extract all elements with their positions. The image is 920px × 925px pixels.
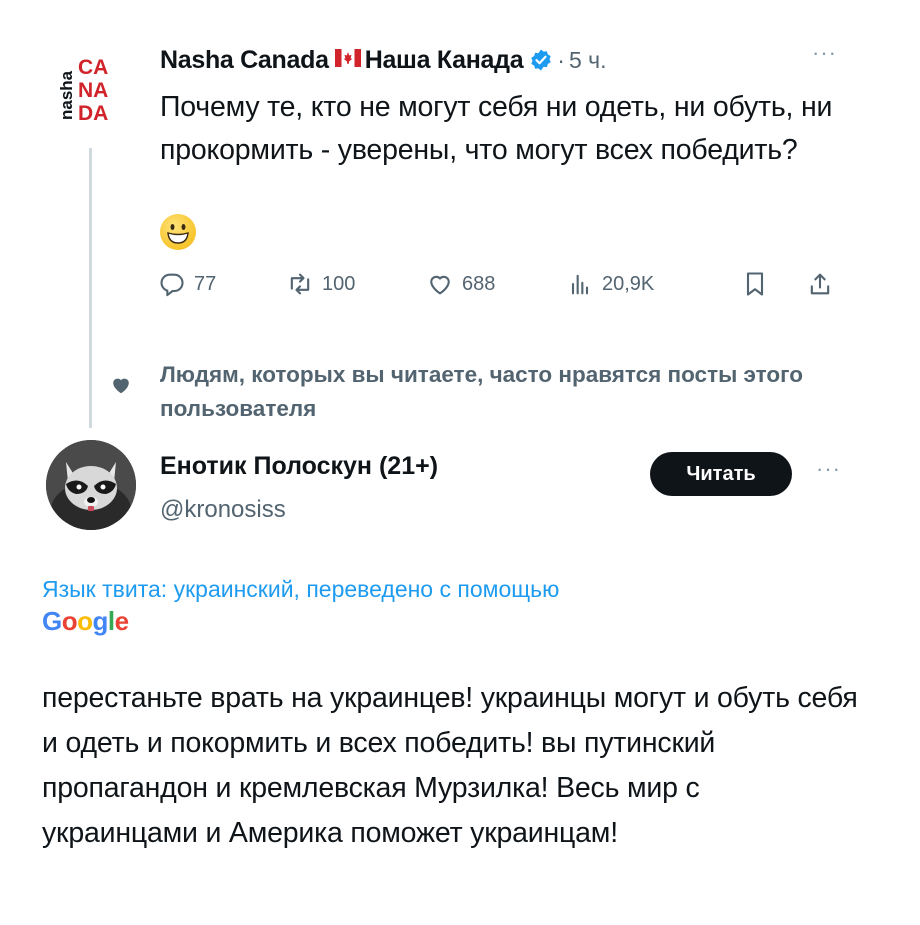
repost-icon [290,273,310,295]
tweet2-text: перестаньте врать на украинцев! украинцы… [42,682,858,849]
repost-count: 100 [322,272,356,295]
google-letter-o2: o [77,606,93,636]
google-letter-l: l [107,606,115,636]
header-separator: · [557,46,565,73]
reply-button[interactable]: 77 [158,264,216,304]
tweet2-more-options-icon[interactable]: ··· [816,456,841,482]
views-count: 20,9K [602,272,655,295]
share-button[interactable] [806,264,842,304]
translation-note[interactable]: Язык твита: украинский, переведено с пом… [42,576,559,603]
google-letter-g: G [42,606,62,636]
bookmark-button[interactable] [741,264,777,304]
google-logo: Google [42,606,129,637]
verified-badge-icon[interactable] [529,48,553,72]
reply-icon [160,273,184,297]
display-name-cyrillic[interactable]: Наша Канада [365,46,524,75]
tweet2-display-name[interactable]: Енотик Полоскун (21+) [160,452,438,481]
avatar-nasha-canada[interactable]: nasha CA NA DA [46,42,136,132]
tweet2-handle[interactable]: @kronosiss [160,496,286,524]
tweet1-timestamp[interactable]: 5 ч. [569,47,607,74]
bookmark-icon [746,272,764,296]
thread-line [89,148,92,428]
social-context-text: Людям, которых вы читаете, часто нравятс… [160,362,803,421]
tweet1-text: Почему те, кто не могут себя ни одеть, н… [160,91,833,166]
reply-count: 77 [194,272,217,295]
heart-outline-icon [430,275,450,295]
tweet1-action-bar: 77 100 688 20,9K [158,264,848,304]
follow-button[interactable]: Читать [650,452,792,496]
grinning-face-emoji [160,214,196,250]
avatar-word-2: NA [78,79,108,102]
canada-flag-icon [334,48,361,72]
avatar-word-1: CA [78,56,108,79]
views-button[interactable]: 20,9K [566,264,654,304]
repost-button[interactable]: 100 [286,264,355,304]
liked-context-heart-icon [110,374,132,396]
more-options-icon[interactable]: ··· [812,40,837,66]
google-letter-e: e [114,606,129,636]
like-button[interactable]: 688 [426,264,495,304]
google-letter-g2: g [92,606,109,636]
tweet1-header: Nasha Canada Наша Канада · 5 ч. [160,42,607,78]
display-name-latin[interactable]: Nasha Canada [160,46,329,75]
google-letter-o1: o [61,606,78,636]
share-icon [810,273,830,295]
views-bar-chart-icon [571,274,589,295]
avatar-word-3: DA [78,102,108,125]
avatar-raccoon[interactable] [46,440,136,530]
like-count: 688 [462,272,496,295]
avatar-brand-text: nasha [57,70,76,120]
